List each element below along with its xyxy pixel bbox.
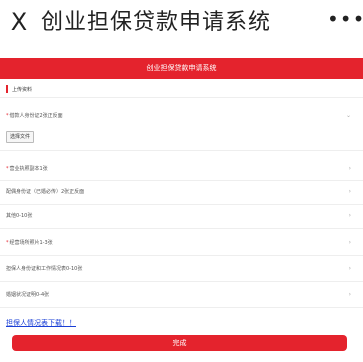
item-label: 营业执照副本1张 [9, 166, 48, 172]
required-mark: * [6, 240, 9, 246]
section-upload: 上传资料 [6, 84, 32, 94]
chevron-right-icon: › [348, 165, 351, 172]
divider [0, 97, 363, 98]
divider [0, 307, 363, 308]
divider [0, 255, 363, 256]
close-icon[interactable]: X [6, 7, 32, 37]
form-header: 创业担保贷款申请系统 [0, 58, 363, 79]
nav-title: 创业担保贷款申请系统 [41, 10, 272, 35]
required-mark: * [6, 166, 9, 172]
item-label: 经营场所照片1-3张 [9, 240, 53, 246]
chevron-right-icon: › [348, 291, 351, 298]
divider [0, 228, 363, 229]
item-business-license[interactable]: * 营业执照副本1张 › [6, 163, 351, 175]
item-marriage-proof[interactable]: 婚姻状况证明0-4张 › [6, 289, 351, 301]
item-label: 配偶身份证（已婚必传）2张正反面 [6, 189, 85, 195]
item-label: 担保人身份证和工作情况表0-10张 [6, 266, 83, 272]
section-marker [6, 85, 8, 93]
more-icon[interactable]: ••• [327, 9, 363, 32]
section-label: 上传资料 [12, 86, 33, 93]
item-guarantor-id[interactable]: 担保人身份证和工作情况表0-10张 › [6, 263, 351, 275]
choose-file-button[interactable]: 选择文件 [6, 131, 34, 143]
chevron-right-icon: › [348, 239, 351, 246]
chevron-down-icon: ⌄ [345, 112, 351, 119]
divider [0, 281, 363, 282]
finish-button[interactable]: 完成 [12, 335, 347, 351]
id-card-select[interactable]: * 借款人身份证2张正反面 ⌄ [6, 110, 351, 122]
divider [0, 180, 363, 181]
item-label: 其他0-10张 [6, 213, 33, 219]
divider [0, 150, 363, 151]
item-other[interactable]: 其他0-10张 › [6, 210, 351, 222]
chevron-right-icon: › [348, 188, 351, 195]
divider [0, 204, 363, 205]
item-spouse-id[interactable]: 配偶身份证（已婚必传）2张正反面 › [6, 186, 351, 198]
chevron-right-icon: › [348, 212, 351, 219]
top-nav-bar: X 创业担保贷款申请系统 ••• [0, 0, 363, 46]
guarantor-form-download-link[interactable]: 担保人情况表下载！！ [6, 318, 76, 328]
id-card-select-label: 借款人身份证2张正反面 [9, 113, 63, 119]
item-business-photos[interactable]: * 经营场所照片1-3张 › [6, 237, 351, 249]
required-mark: * [6, 113, 9, 119]
chevron-right-icon: › [348, 265, 351, 272]
item-label: 婚姻状况证明0-4张 [6, 292, 50, 298]
